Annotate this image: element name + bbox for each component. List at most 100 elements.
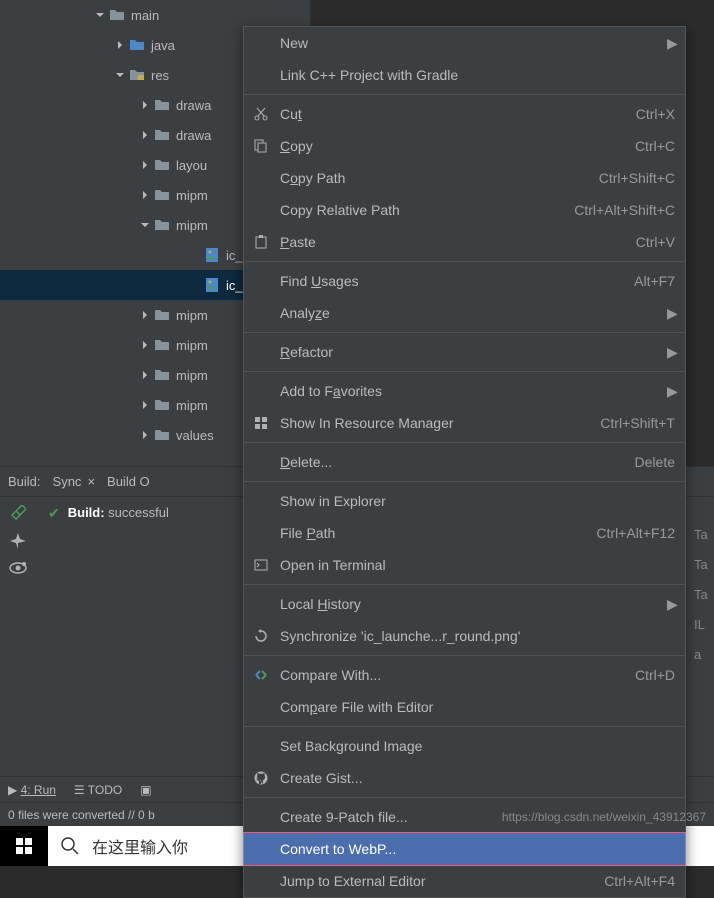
menu-item-label: Find Usages [280, 273, 622, 289]
run-tab[interactable]: ▶ 4: Run [8, 783, 56, 797]
menu-item-show-in-explorer[interactable]: Show in Explorer [244, 485, 685, 517]
context-menu: New▶Link C++ Project with GradleCutCtrl+… [243, 26, 686, 898]
menu-item-label: Open in Terminal [280, 557, 675, 573]
menu-item-cut[interactable]: CutCtrl+X [244, 98, 685, 130]
menu-item-paste[interactable]: PasteCtrl+V [244, 226, 685, 258]
menu-item-open-in-terminal[interactable]: Open in Terminal [244, 549, 685, 581]
menu-item-add-to-favorites[interactable]: Add to Favorites▶ [244, 375, 685, 407]
menu-item-analyze[interactable]: Analyze▶ [244, 297, 685, 329]
search-icon [60, 836, 80, 856]
build-tab-output[interactable]: Build O [107, 474, 150, 489]
build-status-text: Build: successful [68, 505, 169, 520]
chevron-right-icon[interactable] [140, 310, 150, 320]
submenu-arrow-icon: ▶ [667, 383, 675, 400]
chevron-right-icon[interactable] [140, 400, 150, 410]
blank-icon [252, 596, 270, 612]
menu-separator [244, 442, 685, 443]
menu-item-compare-with[interactable]: Compare With...Ctrl+D [244, 659, 685, 691]
build-tab-sync[interactable]: Sync [53, 474, 82, 489]
menu-item-jump-to-external-editor[interactable]: Jump to External EditorCtrl+Alt+F4 [244, 865, 685, 897]
menu-item-label: Jump to External Editor [280, 873, 592, 889]
menu-item-create-gist[interactable]: Create Gist... [244, 762, 685, 794]
menu-shortcut: Ctrl+Shift+T [600, 415, 675, 431]
menu-separator [244, 261, 685, 262]
menu-item-link-c-project-with-gradle[interactable]: Link C++ Project with Gradle [244, 59, 685, 91]
menu-item-label: Delete... [280, 454, 623, 470]
menu-item-copy-path[interactable]: Copy PathCtrl+Shift+C [244, 162, 685, 194]
menu-item-label: Create Gist... [280, 770, 675, 786]
menu-item-set-background-image[interactable]: Set Background Image [244, 730, 685, 762]
build-label: Build: [8, 474, 41, 489]
chevron-right-icon[interactable] [140, 340, 150, 350]
tree-item-label: drawa [176, 128, 211, 143]
tree-item-label: ic_ [226, 278, 243, 293]
chevron-right-icon[interactable] [140, 190, 150, 200]
menu-item-label: Cut [280, 106, 624, 122]
chevron-down-icon[interactable] [95, 10, 105, 20]
chevron-right-icon[interactable] [115, 40, 125, 50]
menu-shortcut: Ctrl+C [635, 138, 675, 154]
eye-icon[interactable] [9, 561, 27, 575]
tree-item-label: main [131, 8, 159, 23]
chevron-down-icon[interactable] [140, 220, 150, 230]
menu-item-synchronize-ic-launche-r-round-png[interactable]: Synchronize 'ic_launche...r_round.png' [244, 620, 685, 652]
menu-item-file-path[interactable]: File PathCtrl+Alt+F12 [244, 517, 685, 549]
menu-item-label: Copy Relative Path [280, 202, 562, 218]
tree-item-label: mipm [176, 218, 208, 233]
menu-item-label: Show in Explorer [280, 493, 675, 509]
image-file-icon [204, 247, 220, 263]
close-icon[interactable]: × [87, 474, 95, 489]
menu-item-new[interactable]: New▶ [244, 27, 685, 59]
menu-item-show-in-resource-manager[interactable]: Show In Resource Manager Ctrl+Shift+T [244, 407, 685, 439]
pin-icon[interactable] [10, 533, 26, 549]
chevron-down-icon[interactable] [115, 70, 125, 80]
menu-item-copy-relative-path[interactable]: Copy Relative PathCtrl+Alt+Shift+C [244, 194, 685, 226]
menu-separator [244, 481, 685, 482]
blank-icon [252, 699, 270, 715]
menu-separator [244, 94, 685, 95]
tree-item-label: mipm [176, 188, 208, 203]
folder-icon [154, 427, 170, 443]
blank-icon [252, 344, 270, 360]
menu-item-label: Set Background Image [280, 738, 675, 754]
folder-icon [154, 337, 170, 353]
chevron-right-icon[interactable] [140, 100, 150, 110]
blank-icon [252, 67, 270, 83]
chevron-right-icon[interactable] [140, 130, 150, 140]
tree-item-label: ic_ [226, 248, 243, 263]
menu-item-local-history[interactable]: Local History▶ [244, 588, 685, 620]
chevron-right-icon[interactable] [140, 430, 150, 440]
menu-item-label: Show In Resource Manager [280, 415, 588, 431]
menu-item-label: Add to Favorites [280, 383, 667, 399]
tree-item-label: values [176, 428, 214, 443]
menu-item-convert-to-webp[interactable]: Convert to WebP... [244, 833, 685, 865]
blank-icon [252, 273, 270, 289]
menu-item-find-usages[interactable]: Find Usages Alt+F7 [244, 265, 685, 297]
menu-separator [244, 655, 685, 656]
menu-item-copy[interactable]: CopyCtrl+C [244, 130, 685, 162]
menu-item-compare-file-with-editor[interactable]: Compare File with Editor [244, 691, 685, 723]
blank-icon [252, 493, 270, 509]
folder-icon [154, 307, 170, 323]
blank-icon [252, 841, 270, 857]
menu-shortcut: Alt+F7 [634, 273, 675, 289]
chevron-right-icon[interactable] [140, 370, 150, 380]
tree-item-label: mipm [176, 338, 208, 353]
sync-icon [252, 628, 270, 644]
todo-tab[interactable]: ☰ TODO [74, 783, 122, 797]
tree-item-label: mipm [176, 398, 208, 413]
tree-item-label: drawa [176, 98, 211, 113]
menu-separator [244, 726, 685, 727]
menu-item-label: Refactor [280, 344, 667, 360]
status-text: 0 files were converted // 0 b [8, 808, 155, 822]
menu-shortcut: Ctrl+Shift+C [599, 170, 675, 186]
res-icon [252, 415, 270, 431]
terminal-tab[interactable]: ▣ [140, 783, 151, 797]
blank-icon [252, 202, 270, 218]
menu-item-refactor[interactable]: Refactor▶ [244, 336, 685, 368]
menu-item-delete[interactable]: Delete...Delete [244, 446, 685, 478]
hammer-icon[interactable] [10, 505, 26, 521]
start-button[interactable] [0, 826, 48, 866]
chevron-right-icon[interactable] [140, 160, 150, 170]
github-icon [252, 770, 270, 786]
